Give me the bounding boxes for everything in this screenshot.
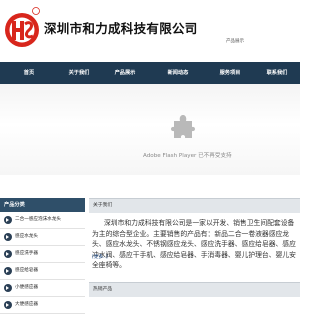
main-content: 关于我们 深圳市和力成科技有限公司是一家以开发、销售卫生间配套设备为主的综合型企… (89, 198, 300, 300)
arrow-bullet-icon (4, 301, 12, 309)
sidebar-item-label: 感应水龙头 (15, 234, 38, 239)
flash-banner (0, 84, 300, 175)
about-text: 深圳市和力成科技有限公司是一家以开发、销售卫生间配套设备为主的综合型企业。主要销… (92, 219, 296, 269)
sidebar-item-sensor-faucet[interactable]: 感应水龙头 (0, 229, 85, 246)
nav-item-home[interactable]: 首页 (0, 62, 58, 84)
plugin-message: Adobe Flash Player 已不再受支持 (143, 153, 232, 159)
more-link[interactable]: [更多..] (92, 254, 108, 260)
sidebar-header: 产品分类 (0, 198, 85, 212)
company-logo[interactable] (3, 5, 41, 53)
hot-products-header: 热销产品 (89, 282, 300, 297)
about-title: 关于我们 (93, 203, 113, 208)
sidebar-item-label: 感应给皂器 (15, 268, 38, 273)
arrow-bullet-icon (4, 250, 12, 258)
site-header: 深圳市和力成科技有限公司 产品展示 (0, 0, 300, 62)
sidebar-item-foam-faucet[interactable]: 二合一感应泡沫水龙头 (0, 212, 85, 229)
sidebar-title: 产品分类 (4, 202, 25, 208)
sidebar-item-label: 感应洗手器 (15, 251, 38, 256)
header-products-link[interactable]: 产品展示 (226, 38, 244, 44)
arrow-bullet-icon (4, 216, 12, 224)
company-name: 深圳市和力成科技有限公司 (44, 21, 198, 36)
nav-item-services[interactable]: 服务项目 (206, 62, 254, 84)
about-section-header: 关于我们 (89, 198, 300, 213)
arrow-bullet-icon (4, 267, 12, 275)
nav-item-about[interactable]: 关于我们 (58, 62, 100, 84)
sidebar-item-label: 大便感应器 (15, 302, 38, 307)
puzzle-piece-icon (171, 115, 195, 138)
product-sidebar: 产品分类 二合一感应泡沫水龙头 感应水龙头 感应洗手器 感应给皂器 小便感应器 … (0, 198, 85, 314)
nav-item-products[interactable]: 产品展示 (100, 62, 150, 84)
arrow-bullet-icon (4, 233, 12, 241)
nav-item-contact[interactable]: 联系我们 (254, 62, 300, 84)
hot-products-title: 热销产品 (93, 287, 113, 292)
main-nav: 首页 关于我们 产品展示 新闻动态 服务项目 联系我们 (0, 62, 300, 84)
sidebar-item-label: 小便感应器 (15, 285, 38, 290)
arrow-bullet-icon (4, 284, 12, 292)
sidebar-item-label: 二合一感应泡沫水龙头 (15, 217, 61, 222)
sidebar-item-urinal-sensor[interactable]: 小便感应器 (0, 280, 85, 297)
sidebar-item-hand-washer[interactable]: 感应洗手器 (0, 246, 85, 263)
sidebar-item-soap-dispenser[interactable]: 感应给皂器 (0, 263, 85, 280)
nav-item-news[interactable]: 新闻动态 (150, 62, 206, 84)
